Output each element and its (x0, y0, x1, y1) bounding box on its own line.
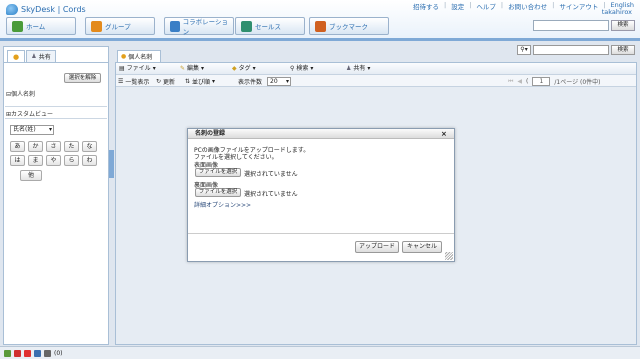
header-divider (0, 38, 640, 41)
menu-file[interactable]: ▤ ファイル ▾ (119, 63, 156, 75)
signout-link[interactable]: サインアウト (559, 1, 598, 11)
left-divider (5, 106, 107, 107)
left-tab-divider (3, 62, 109, 63)
sales-icon (241, 20, 252, 32)
invite-link[interactable]: 招待する (413, 1, 439, 11)
back-file-button[interactable]: ファイルを選択 (195, 188, 241, 197)
chevron-down-icon: ▾ (48, 126, 52, 133)
contacts-icon[interactable] (34, 349, 41, 357)
list-view-button[interactable]: ☰ 一覧表示 (118, 77, 149, 86)
sort-button[interactable]: ⇅ 並び順 ▾ (185, 77, 215, 86)
app-group-button[interactable]: グループ (85, 17, 155, 35)
share-icon: ♟ (346, 65, 352, 72)
sort-icon: ⇅ (185, 78, 191, 85)
kana-button[interactable]: は (10, 155, 25, 166)
tag-icon: ◆ (232, 65, 237, 72)
settings-link[interactable]: 設定 (451, 1, 464, 11)
kana-button[interactable]: あ (10, 141, 25, 152)
tab-personal-cards[interactable]: ● 個人名刺 (117, 50, 161, 62)
collaboration-icon (170, 20, 180, 32)
status-bar: (0) (0, 346, 640, 359)
app-sales-button[interactable]: セールス (235, 17, 305, 35)
dialog-title: 名刺の登録 (188, 129, 454, 139)
panel-splitter[interactable] (109, 150, 114, 178)
people-icon: ♟ (31, 53, 37, 60)
advanced-options-link[interactable]: 詳細オプション>>> (194, 200, 251, 209)
chevron-down-icon: ▾ (285, 78, 289, 85)
kana-button[interactable]: か (28, 141, 43, 152)
kana-button[interactable]: わ (82, 155, 97, 166)
dialog-footer-divider (188, 233, 454, 234)
kana-button[interactable]: や (46, 155, 61, 166)
skydesk-logo[interactable]: SkyDesk | Cords (6, 2, 86, 16)
file-icon: ▤ (119, 65, 125, 72)
pager: ⏮ ◀ ( 1 /1ページ (0件中) (508, 77, 601, 86)
group-icon (91, 20, 102, 32)
refresh-button[interactable]: ↻ 更新 (156, 77, 175, 86)
cloud-logo-icon (6, 3, 18, 15)
menu-share[interactable]: ♟ 共有 ▾ (346, 63, 370, 75)
display-count-label: 表示件数 (238, 79, 263, 86)
kana-button-other[interactable]: 他 (20, 170, 42, 181)
contact-link[interactable]: お問い合わせ (508, 1, 547, 11)
clear-selection-button[interactable]: 選択を解除 (64, 73, 101, 83)
person-icon: ● (121, 53, 127, 60)
kana-button[interactable]: ら (64, 155, 79, 166)
list-icon: ☰ (118, 78, 124, 85)
front-file-button[interactable]: ファイルを選択 (195, 168, 241, 177)
edit-icon: ✎ (180, 65, 186, 72)
front-file-status: 選択されていません (244, 171, 298, 178)
tree-personal-cards[interactable]: ⊟個人名刺 (6, 89, 35, 98)
menu-search[interactable]: ⚲ 検索 ▾ (290, 63, 313, 75)
resize-grip-icon[interactable] (445, 252, 453, 260)
page-select[interactable]: 1 (532, 77, 551, 86)
kana-button[interactable]: な (82, 141, 97, 152)
app-bookmark-button[interactable]: ブックマーク (309, 17, 389, 35)
logo-text: SkyDesk | Cords (21, 4, 86, 14)
menu-tag[interactable]: ◆ タグ ▾ (232, 63, 256, 75)
bookmark-icon (315, 20, 326, 32)
app-icon[interactable] (4, 349, 11, 357)
upload-button[interactable]: アップロード (355, 241, 399, 253)
search-icon: ⚲ (290, 65, 295, 72)
menu-edit[interactable]: ✎ 編集 ▾ (180, 63, 204, 75)
notification-count: (0) (54, 349, 63, 357)
kana-button[interactable]: ま (28, 155, 43, 166)
card-search-button[interactable]: 検索 (611, 45, 635, 55)
mail-icon[interactable] (24, 349, 31, 357)
home-icon (12, 20, 23, 32)
app-home-button[interactable]: ホーム (6, 17, 76, 35)
kana-button[interactable]: た (64, 141, 79, 152)
tab-shared[interactable]: ♟ 共有 (26, 50, 56, 62)
first-page-icon[interactable]: ⏮ (508, 78, 513, 86)
close-icon[interactable]: × (441, 129, 447, 139)
help-link[interactable]: ヘルプ (476, 1, 496, 11)
app-collaboration-button[interactable]: コラボレーション (164, 17, 234, 36)
header-search-input[interactable] (533, 20, 609, 31)
person-icon: ● (12, 52, 20, 61)
search-icon: ⚲▾ (520, 46, 528, 53)
filter-type-select[interactable]: ⚲▾ (517, 45, 531, 55)
cancel-button[interactable]: キャンセル (402, 241, 442, 253)
user-icon[interactable] (44, 349, 51, 357)
refresh-icon: ↻ (156, 78, 162, 85)
left-divider (5, 118, 107, 119)
kana-button[interactable]: さ (46, 141, 61, 152)
name-sort-select[interactable]: 氏名(姓) ▾ (10, 125, 54, 135)
back-file-status: 選択されていません (244, 191, 298, 198)
user-name[interactable]: takahirox (602, 8, 632, 16)
card-search-input[interactable] (533, 45, 609, 55)
prev-page-icon[interactable]: ◀ (517, 78, 522, 85)
tab-personal[interactable]: ● (7, 50, 25, 62)
header-search-button[interactable]: 検索 (611, 20, 635, 31)
alert-icon[interactable] (14, 349, 21, 357)
tree-custom-view[interactable]: ⊞カスタムビュー (6, 109, 53, 118)
display-count-select[interactable]: 20 ▾ (267, 77, 291, 86)
